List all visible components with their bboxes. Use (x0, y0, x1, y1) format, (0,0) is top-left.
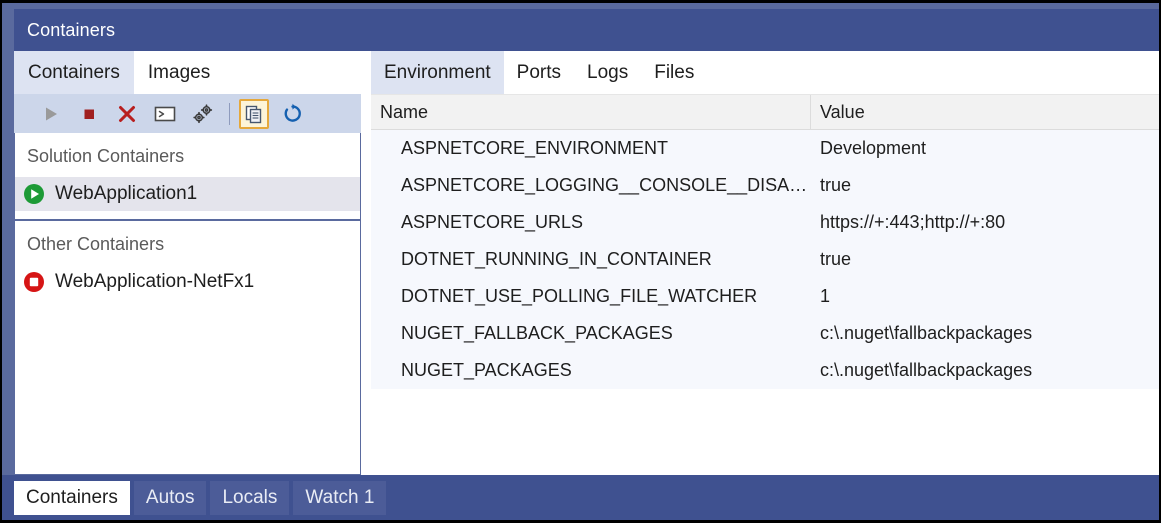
cell-value: Development (811, 130, 1161, 167)
terminal-icon (154, 105, 176, 123)
left-pane: Containers Images (14, 51, 361, 475)
tree-item-label: WebApplication1 (55, 183, 197, 205)
cell-name: DOTNET_USE_POLLING_FILE_WATCHER (371, 278, 811, 315)
bottom-tab-locals-label: Locals (222, 487, 277, 509)
environment-variables-grid: Name Value ASPNETCORE_ENVIRONMENT Develo… (371, 94, 1161, 475)
containers-tool-window: Containers Containers Images (0, 0, 1161, 523)
bottom-tab-autos[interactable]: Autos (134, 481, 207, 515)
cell-value: https://+:443;http://+:80 (811, 204, 1161, 241)
status-running-icon (23, 183, 45, 205)
table-row[interactable]: ASPNETCORE_ENVIRONMENT Development (371, 130, 1161, 167)
table-row[interactable]: DOTNET_RUNNING_IN_CONTAINER true (371, 241, 1161, 278)
tab-environment-label: Environment (384, 62, 491, 84)
page-title: Containers (27, 20, 115, 41)
stop-icon (80, 105, 98, 123)
cell-value: 1 (811, 278, 1161, 315)
refresh-icon (282, 103, 303, 124)
tab-ports[interactable]: Ports (504, 51, 574, 94)
tab-ports-label: Ports (517, 62, 561, 84)
tree-item-label: WebApplication-NetFx1 (55, 271, 254, 293)
tab-images-label: Images (148, 62, 210, 84)
cell-value: c:\.nuget\fallbackpackages (811, 315, 1161, 352)
bottom-tab-autos-label: Autos (146, 487, 195, 509)
grid-header-row: Name Value (371, 94, 1161, 130)
gears-icon (192, 103, 214, 125)
cell-value: true (811, 167, 1161, 204)
left-tab-strip: Containers Images (14, 51, 361, 94)
status-stopped-icon (23, 271, 45, 293)
containers-tree[interactable]: Solution Containers WebApplication1 Othe… (14, 133, 361, 475)
tab-containers-label: Containers (28, 62, 120, 84)
table-row[interactable]: ASPNETCORE_LOGGING__CONSOLE__DISA… true (371, 167, 1161, 204)
column-header-name[interactable]: Name (371, 95, 811, 129)
cell-name: NUGET_PACKAGES (371, 352, 811, 389)
table-row[interactable]: DOTNET_USE_POLLING_FILE_WATCHER 1 (371, 278, 1161, 315)
refresh-button[interactable] (277, 99, 307, 129)
settings-button[interactable] (188, 99, 218, 129)
debug-window-tab-strip: Containers Autos Locals Watch 1 (2, 475, 1159, 520)
detail-tab-strip: Environment Ports Logs Files (371, 51, 1161, 94)
close-x-icon (117, 104, 137, 124)
content-area: Containers Images (14, 51, 1161, 475)
bottom-tab-locals[interactable]: Locals (210, 481, 289, 515)
column-header-value[interactable]: Value (811, 95, 1161, 129)
tab-logs[interactable]: Logs (574, 51, 641, 94)
tab-containers[interactable]: Containers (14, 51, 134, 94)
bottom-tab-containers[interactable]: Containers (14, 481, 130, 515)
tree-item-webapplication1[interactable]: WebApplication1 (15, 177, 360, 211)
cell-name: ASPNETCORE_LOGGING__CONSOLE__DISA… (371, 167, 811, 204)
remove-button[interactable] (112, 99, 142, 129)
tab-images[interactable]: Images (134, 51, 224, 94)
table-row[interactable]: NUGET_FALLBACK_PACKAGES c:\.nuget\fallba… (371, 315, 1161, 352)
toolbar-separator (229, 103, 230, 125)
cell-value: c:\.nuget\fallbackpackages (811, 352, 1161, 389)
bottom-tab-watch-1-label: Watch 1 (305, 487, 374, 509)
containers-toolbar (14, 94, 361, 133)
bottom-tab-containers-label: Containers (26, 487, 118, 509)
start-button[interactable] (36, 99, 66, 129)
tab-files-label: Files (654, 62, 694, 84)
cell-name: ASPNETCORE_ENVIRONMENT (371, 130, 811, 167)
tab-environment[interactable]: Environment (371, 51, 504, 94)
terminal-button[interactable] (150, 99, 180, 129)
group-label-other-containers: Other Containers (15, 221, 360, 265)
table-row[interactable]: NUGET_PACKAGES c:\.nuget\fallbackpackage… (371, 352, 1161, 389)
grid-body: ASPNETCORE_ENVIRONMENT Development ASPNE… (371, 130, 1161, 389)
cell-value: true (811, 241, 1161, 278)
cell-name: ASPNETCORE_URLS (371, 204, 811, 241)
copy-button[interactable] (239, 99, 269, 129)
cell-name: NUGET_FALLBACK_PACKAGES (371, 315, 811, 352)
group-label-solution-containers: Solution Containers (15, 133, 360, 177)
bottom-tab-watch-1[interactable]: Watch 1 (293, 481, 386, 515)
copy-icon (244, 104, 264, 124)
stop-button[interactable] (74, 99, 104, 129)
table-row[interactable]: ASPNETCORE_URLS https://+:443;http://+:8… (371, 204, 1161, 241)
tab-logs-label: Logs (587, 62, 628, 84)
cell-name: DOTNET_RUNNING_IN_CONTAINER (371, 241, 811, 278)
tree-item-webapplication-netfx1[interactable]: WebApplication-NetFx1 (15, 265, 360, 299)
play-icon (42, 105, 60, 123)
right-pane: Environment Ports Logs Files Name Value (371, 51, 1161, 475)
window-title-bar: Containers (14, 9, 1161, 51)
tab-files[interactable]: Files (641, 51, 707, 94)
